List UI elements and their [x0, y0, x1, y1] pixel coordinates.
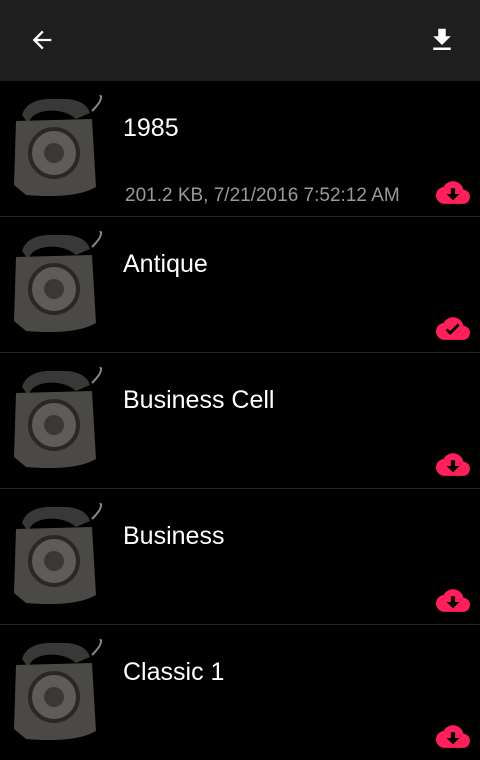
- list-item[interactable]: Antique: [0, 217, 480, 353]
- ringtone-title: Antique: [123, 250, 208, 278]
- antique-phone-thumbnail: [6, 503, 102, 611]
- ringtone-title: Business Cell: [123, 386, 275, 414]
- cloud-download-icon[interactable]: [436, 725, 470, 751]
- ringtone-title: 1985: [123, 114, 179, 142]
- list-item[interactable]: 1985 201.2 KB, 7/21/2016 7:52:12 AM: [0, 81, 480, 217]
- antique-phone-thumbnail: [6, 95, 102, 203]
- download-icon: [433, 28, 451, 50]
- cloud-done-icon[interactable]: [436, 317, 470, 343]
- antique-phone-thumbnail: [6, 639, 102, 747]
- antique-phone-thumbnail: [6, 367, 102, 475]
- antique-phone-thumbnail: [6, 231, 102, 339]
- arrow-left-icon: [32, 30, 52, 50]
- download-button[interactable]: [418, 16, 466, 64]
- ringtone-list: 1985 201.2 KB, 7/21/2016 7:52:12 AM Anti…: [0, 81, 480, 760]
- ringtone-title: Business: [123, 522, 225, 550]
- list-item[interactable]: Classic 1: [0, 625, 480, 760]
- cloud-download-icon[interactable]: [436, 453, 470, 479]
- cloud-download-icon[interactable]: [436, 589, 470, 615]
- list-item[interactable]: Business: [0, 489, 480, 625]
- list-item[interactable]: Business Cell: [0, 353, 480, 489]
- app-toolbar: [0, 0, 480, 81]
- ringtone-title: Classic 1: [123, 658, 225, 686]
- back-button[interactable]: [18, 16, 66, 64]
- cloud-download-icon[interactable]: [436, 181, 470, 207]
- ringtone-meta: 201.2 KB, 7/21/2016 7:52:12 AM: [125, 185, 400, 206]
